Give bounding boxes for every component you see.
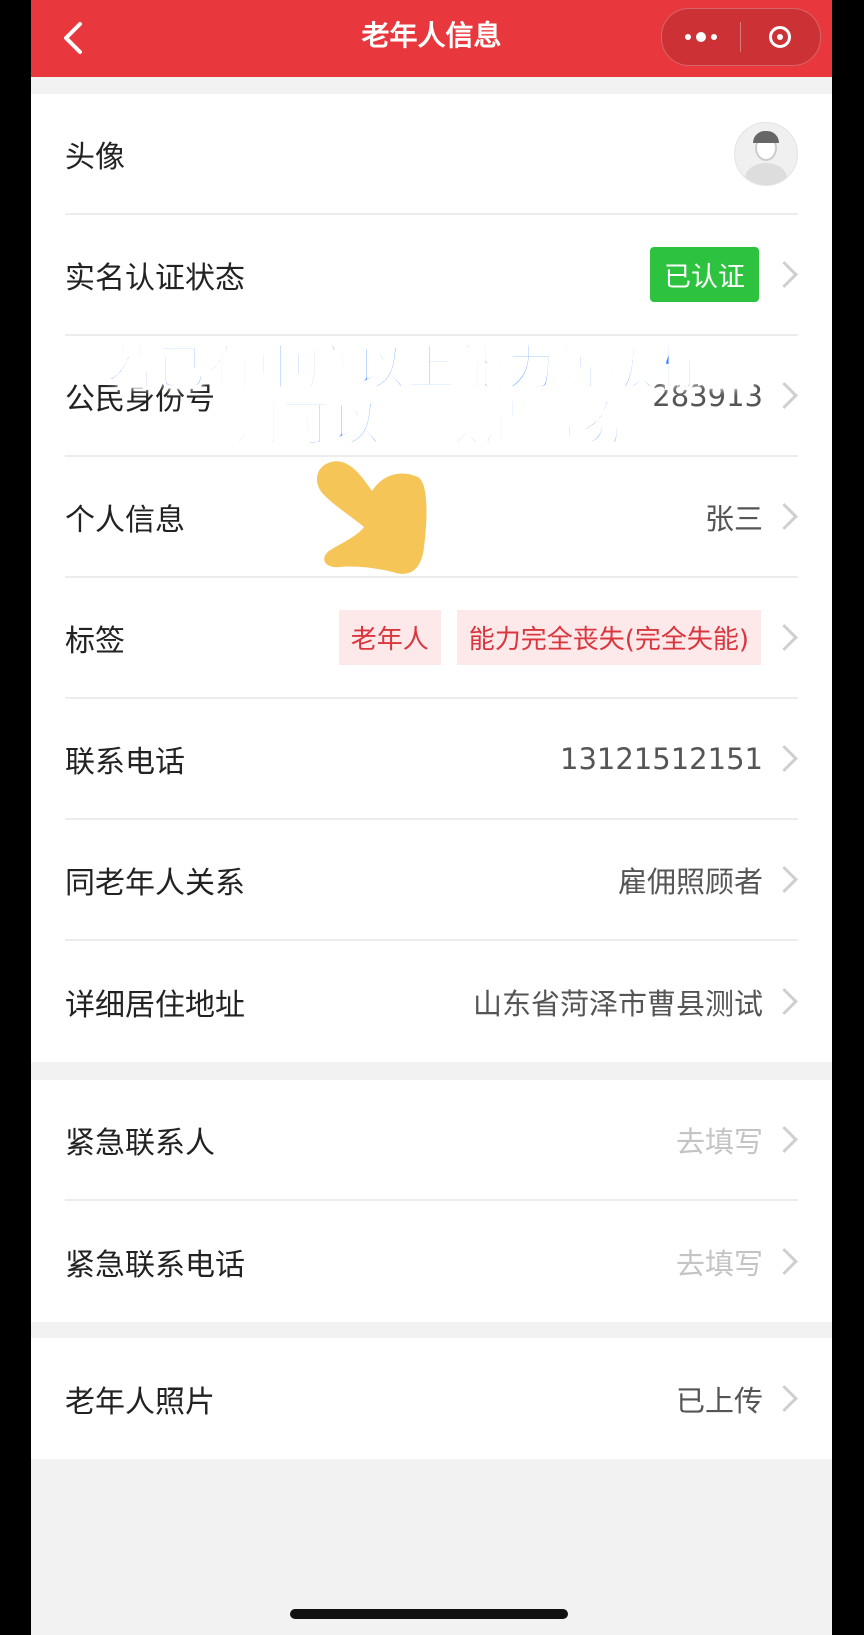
emergency-phone-value: 去填写 [675,1246,763,1281]
target-circle-icon [769,26,791,48]
tag-elderly: 老年人 [338,610,441,665]
avatar[interactable] [734,121,798,186]
chevron-right-icon [771,1385,798,1412]
close-button[interactable] [741,9,819,65]
address-row[interactable]: 详细居住地址 山东省菏泽市曹县测试 [65,941,798,1062]
more-button[interactable] [662,9,740,65]
photo-value: 已上传 [675,1383,763,1418]
phone-row[interactable]: 联系电话 13121512151 [65,699,798,820]
overlay-caption-line2: 则可以领取消费券 [231,395,632,453]
chevron-right-icon [771,503,798,530]
realname-label: 实名认证状态 [65,260,245,296]
pointing-hand-icon [316,461,427,574]
emergency-phone-label: 紧急联系电话 [65,1247,245,1283]
tags-row[interactable]: 标签 老年人 能力完全丧失(完全失能) [65,578,798,699]
chevron-right-icon [771,745,798,772]
home-indicator [290,1609,568,1619]
photo-row[interactable]: 老年人照片 已上传 [65,1338,798,1459]
address-value: 山东省菏泽市曹县测试 [472,986,763,1021]
realname-row[interactable]: 实名认证状态 已认证 [65,215,798,336]
chevron-right-icon [771,1248,798,1275]
avatar-label: 头像 [65,139,125,175]
phone-screen: 老年人信息 头像 实名认证状态 已认证 公民身份号 283913 个人信息 张三… [31,0,832,1635]
more-dots-icon [685,32,717,42]
chevron-right-icon [771,988,798,1015]
emergency-contact-row[interactable]: 紧急联系人 去填写 [65,1080,798,1201]
photo-group: 老年人照片 已上传 [31,1338,832,1459]
emergency-phone-row[interactable]: 紧急联系电话 去填写 [65,1201,798,1322]
emergency-group: 紧急联系人 去填写 紧急联系电话 去填写 [31,1080,832,1322]
tag-ability-level: 能力完全丧失(完全失能) [456,610,761,665]
relation-row[interactable]: 同老年人关系 雇佣照顾者 [65,820,798,941]
tags-label: 标签 [65,623,125,659]
phone-value: 13121512151 [560,741,763,776]
relation-value: 雇佣照顾者 [617,864,763,899]
photo-label: 老年人照片 [65,1384,215,1420]
nav-bar: 老年人信息 [31,0,832,77]
phone-label: 联系电话 [65,744,185,780]
address-label: 详细居住地址 [65,987,245,1023]
chevron-right-icon [771,261,798,288]
chevron-right-icon [771,1126,798,1153]
emergency-contact-label: 紧急联系人 [65,1125,215,1161]
chevron-right-icon [771,624,798,651]
mini-program-capsule [661,8,821,66]
chevron-right-icon [771,866,798,893]
emergency-contact-value: 去填写 [675,1124,763,1159]
avatar-row[interactable]: 头像 [65,94,798,215]
verified-badge: 已认证 [650,247,759,302]
relation-label: 同老年人关系 [65,865,245,901]
personal-value: 张三 [704,501,763,536]
